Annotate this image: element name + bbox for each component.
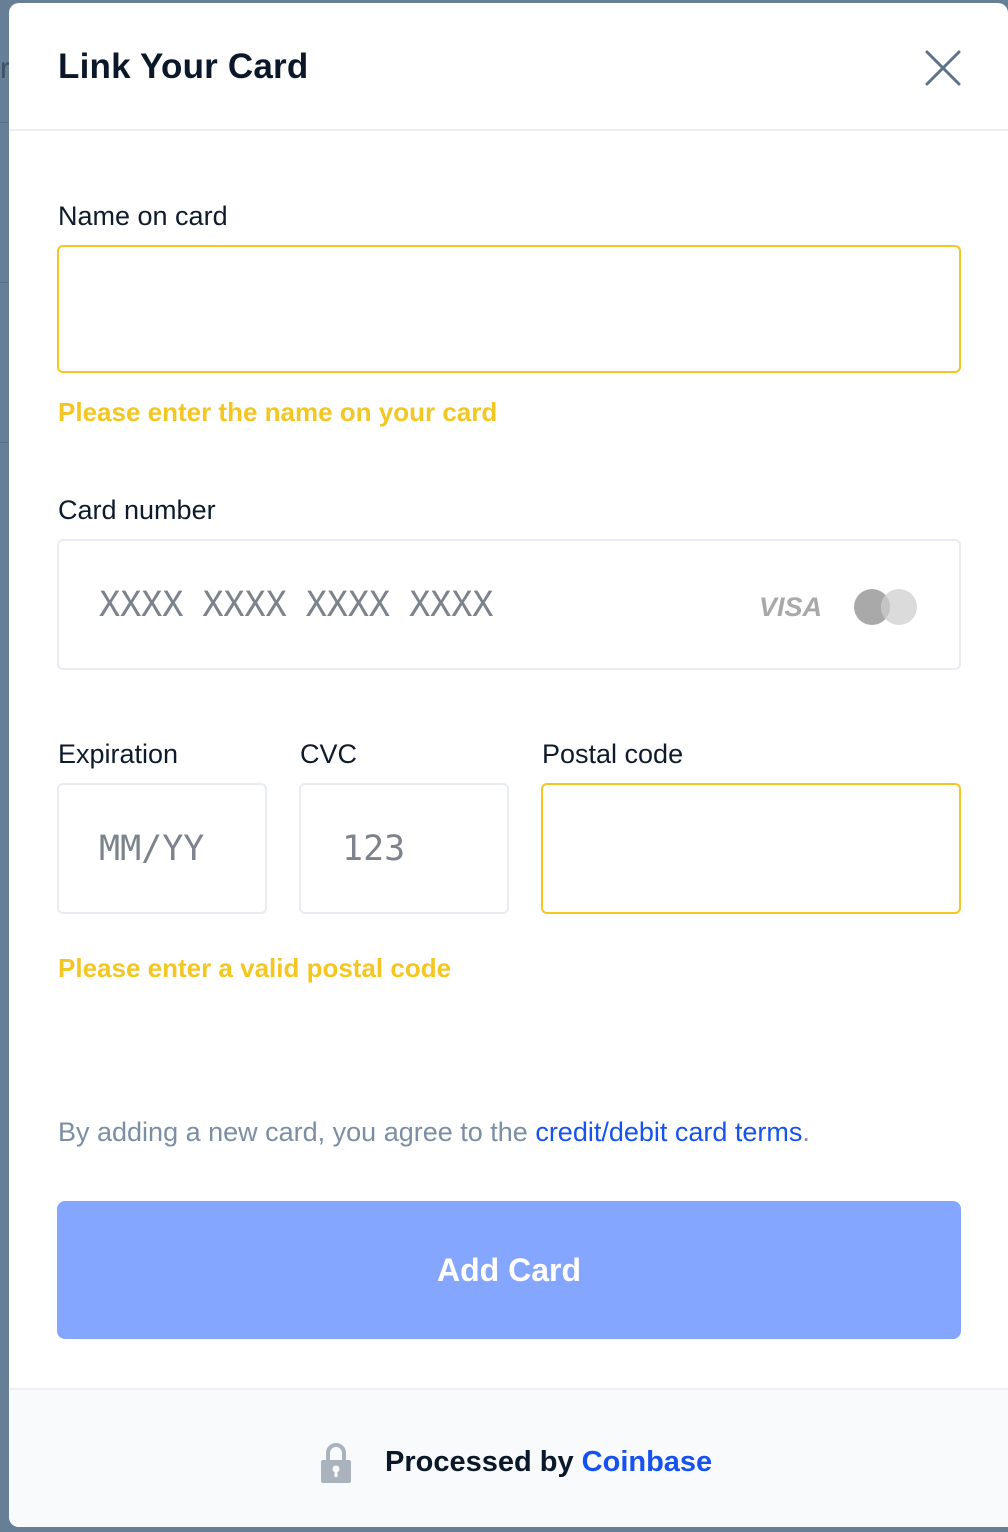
postal-code-input[interactable] bbox=[541, 783, 961, 914]
processed-by-prefix: Processed by bbox=[385, 1446, 582, 1478]
name-error-message: Please enter the name on your card bbox=[58, 397, 498, 427]
svg-text:VISA: VISA bbox=[759, 592, 822, 621]
expiration-label: Expiration bbox=[58, 739, 179, 769]
name-on-card-input[interactable] bbox=[57, 245, 961, 373]
terms-text: By adding a new card, you agree to the c… bbox=[58, 1117, 810, 1148]
close-button[interactable] bbox=[924, 49, 962, 87]
expiration-input[interactable]: MM/YY bbox=[57, 783, 267, 914]
terms-suffix: . bbox=[802, 1117, 810, 1147]
mastercard-icon bbox=[854, 589, 917, 625]
link-card-modal: Link Your Card Name on card Please enter… bbox=[9, 3, 1008, 1527]
name-on-card-label: Name on card bbox=[58, 201, 228, 231]
add-card-button[interactable]: Add Card bbox=[57, 1201, 961, 1339]
postal-code-error-message: Please enter a valid postal code bbox=[58, 953, 452, 983]
postal-code-label: Postal code bbox=[542, 739, 684, 769]
expiration-placeholder: MM/YY bbox=[99, 829, 205, 869]
modal-title: Link Your Card bbox=[58, 47, 309, 86]
background-divider bbox=[0, 282, 9, 283]
lock-icon bbox=[321, 1443, 351, 1483]
card-terms-link[interactable]: credit/debit card terms bbox=[535, 1117, 802, 1147]
terms-prefix: By adding a new card, you agree to the bbox=[58, 1117, 536, 1147]
visa-icon: VISA bbox=[759, 592, 822, 621]
close-icon bbox=[925, 50, 961, 86]
background-divider bbox=[0, 442, 9, 443]
cvc-label: CVC bbox=[300, 739, 358, 769]
cvc-placeholder: 123 bbox=[342, 829, 406, 869]
card-number-input[interactable]: XXXX XXXX XXXX XXXX VISA bbox=[57, 539, 961, 670]
cvc-input[interactable]: 123 bbox=[299, 783, 509, 914]
modal-header: Link Your Card bbox=[9, 3, 1008, 131]
coinbase-link[interactable]: Coinbase bbox=[582, 1446, 713, 1478]
background-divider bbox=[0, 122, 9, 123]
processed-by-text: Processed by Coinbase bbox=[385, 1446, 712, 1479]
card-number-placeholder: XXXX XXXX XXXX XXXX bbox=[99, 585, 494, 625]
modal-footer: Processed by Coinbase bbox=[9, 1388, 1008, 1527]
card-number-label: Card number bbox=[58, 495, 216, 525]
